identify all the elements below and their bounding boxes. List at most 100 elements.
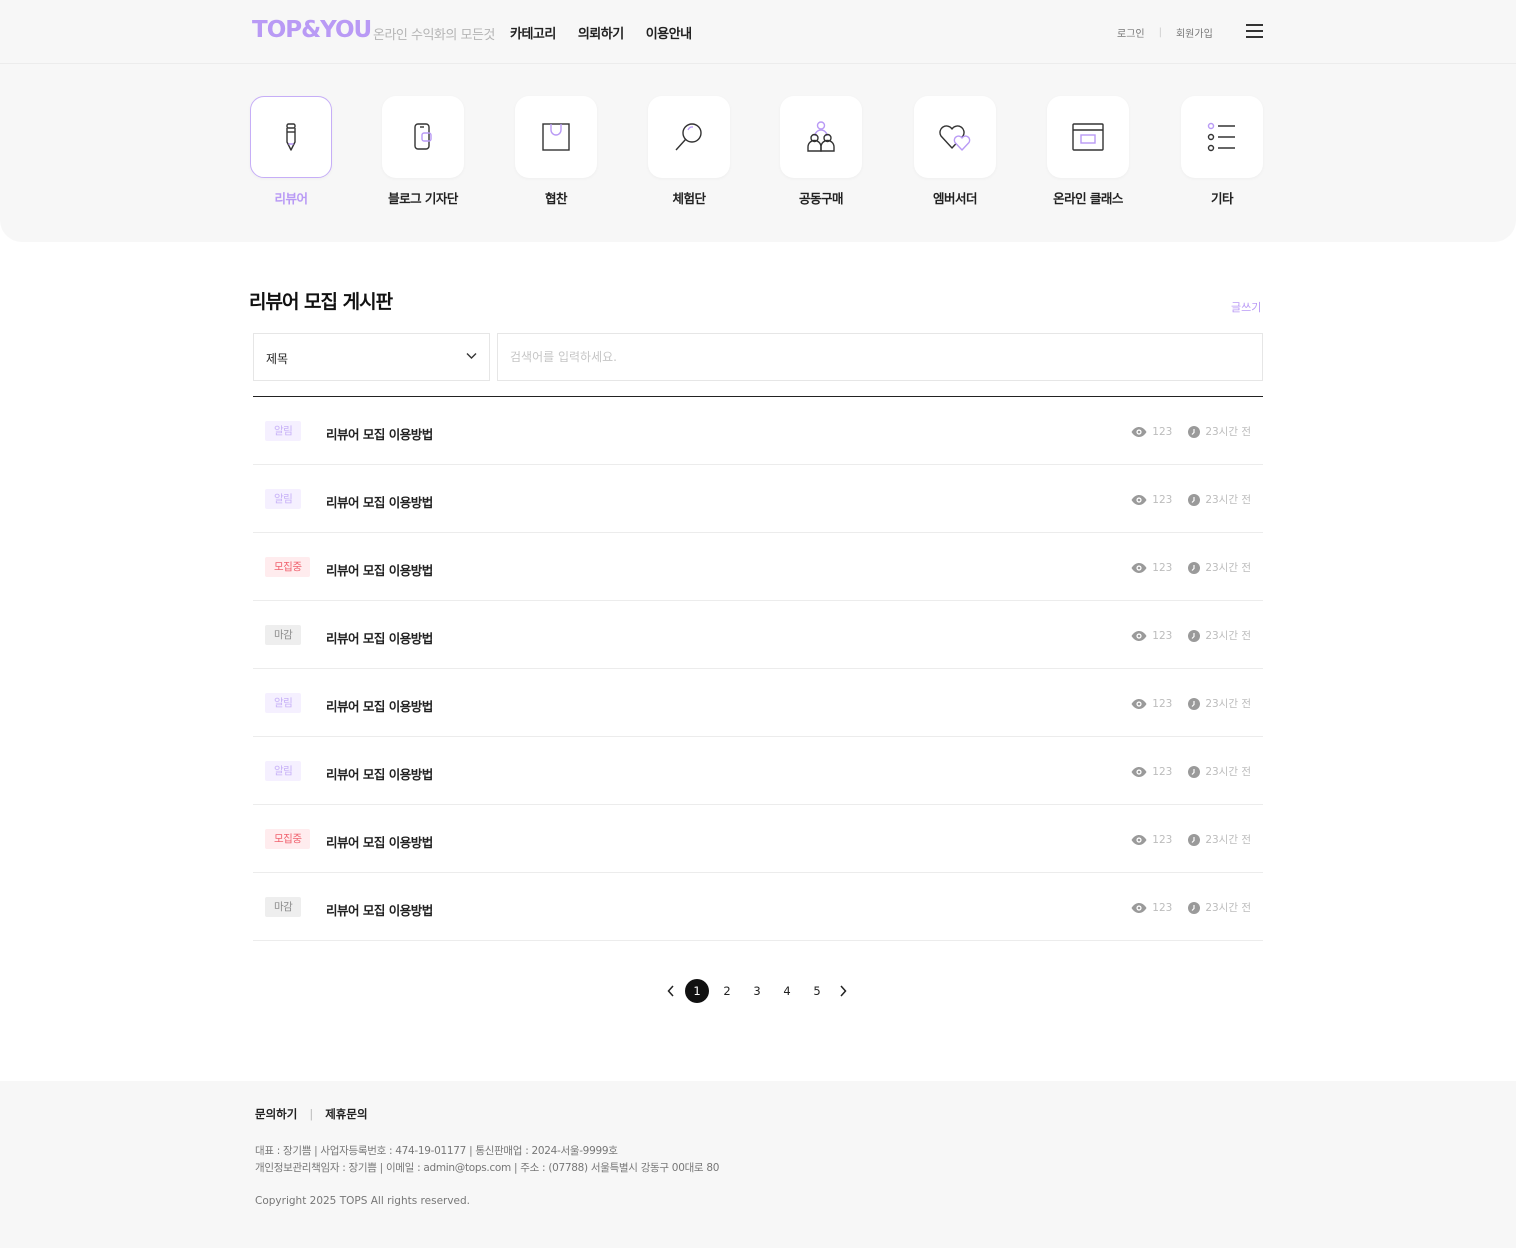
eye-icon [1131,834,1147,845]
post-title: 리뷰어 모집 이용방법 [326,631,433,646]
eye-icon [1131,902,1147,913]
post-meta: 123 23시간 전 [1131,696,1251,711]
page-5[interactable]: 5 [802,979,832,1003]
list-item[interactable]: 마감 리뷰어 모집 이용방법 123 23시간 전 [253,873,1263,941]
hamburger-menu-icon[interactable] [1246,24,1263,38]
status-badge: 알림 [265,761,302,781]
nav-guide[interactable]: 이용안내 [646,23,692,42]
list-item[interactable]: 마감 리뷰어 모집 이용방법 123 23시간 전 [253,601,1263,669]
post-meta: 123 23시간 전 [1131,832,1251,847]
page-title: 리뷰어 모집 게시판 [249,291,393,313]
clock-icon [1188,561,1201,574]
post-meta: 123 23시간 전 [1131,492,1251,507]
post-meta: 123 23시간 전 [1131,560,1251,575]
post-time-text: 23시간 전 [1205,698,1251,710]
view-count-text: 123 [1152,833,1173,846]
post-title: 리뷰어 모집 이용방법 [326,767,433,782]
main-nav: 카테고리 의뢰하기 이용안내 [510,23,692,42]
eye-icon [1131,494,1147,505]
next-page-button[interactable] [832,979,854,1003]
clock-icon [1188,765,1201,778]
page-1[interactable]: 1 [685,979,709,1003]
view-count: 123 [1131,494,1172,506]
post-time-text: 23시간 전 [1205,766,1251,778]
page-2[interactable]: 2 [712,979,742,1003]
category-sponsor[interactable]: 협찬 [514,96,598,207]
post-time-text: 23시간 전 [1205,902,1251,914]
search-input[interactable] [497,333,1263,381]
status-badge: 모집중 [265,829,311,849]
list-item[interactable]: 모집중 리뷰어 모집 이용방법 123 23시간 전 [253,533,1263,601]
view-count-text: 123 [1152,697,1173,710]
login-link[interactable]: 로그인 [1117,25,1145,40]
category-etc[interactable]: 기타 [1180,96,1264,207]
category-experience[interactable]: 체험단 [647,96,731,207]
category-bar: 리뷰어 블로그 기자단 협찬 체험단 공동구매 엠버서더 온라인 클래스 기타 [0,64,1516,242]
post-time-text: 23시간 전 [1205,562,1251,574]
list-item[interactable]: 알림 리뷰어 모집 이용방법 123 23시간 전 [253,465,1263,533]
post-title: 리뷰어 모집 이용방법 [326,427,433,442]
page-4[interactable]: 4 [772,979,802,1003]
post-time: 23시간 전 [1188,424,1251,439]
clock-icon [1188,425,1201,438]
category-label: 협찬 [544,191,568,206]
browser-icon [1047,96,1129,178]
view-count: 123 [1131,562,1172,574]
view-count: 123 [1131,766,1172,778]
category-groupbuy[interactable]: 공동구매 [779,96,863,207]
footer-link-inquiry[interactable]: 문의하기 [255,1106,297,1122]
status-badge: 알림 [265,693,302,713]
post-time-text: 23시간 전 [1205,426,1251,438]
pagination: 1 2 3 4 5 [660,979,854,1003]
category-label: 체험단 [672,191,706,206]
logo[interactable]: TOP&YOU [252,17,372,43]
post-title: 리뷰어 모집 이용방법 [326,563,433,578]
group-icon [780,96,862,178]
status-badge: 마감 [265,897,302,917]
nav-category[interactable]: 카테고리 [510,23,556,42]
post-time-text: 23시간 전 [1205,494,1251,506]
phone-icon [382,96,464,178]
category-reviewer[interactable]: 리뷰어 [249,96,333,207]
eye-icon [1131,426,1147,437]
list-item[interactable]: 알림 리뷰어 모집 이용방법 123 23시간 전 [253,397,1263,465]
category-ambassador[interactable]: 엠버서더 [913,96,997,207]
site-header: TOP&YOU 온라인 수익화의 모든것 카테고리 의뢰하기 이용안내 로그인 … [0,0,1516,64]
category-online-class[interactable]: 온라인 클래스 [1046,96,1130,207]
view-count-text: 123 [1152,765,1173,778]
nav-request[interactable]: 의뢰하기 [578,23,624,42]
view-count-text: 123 [1152,901,1173,914]
list-item[interactable]: 알림 리뷰어 모집 이용방법 123 23시간 전 [253,669,1263,737]
category-label: 온라인 클래스 [1053,191,1123,206]
list-icon [1181,96,1263,178]
list-item[interactable]: 모집중 리뷰어 모집 이용방법 123 23시간 전 [253,805,1263,873]
view-count: 123 [1131,698,1172,710]
company-info: 대표 : 장기쁨 | 사업자등록번호 : 474-19-01177 | 통신판매… [255,1143,719,1177]
write-button[interactable]: 글쓰기 [1231,299,1261,315]
view-count-text: 123 [1152,629,1173,642]
view-count-text: 123 [1152,425,1173,438]
post-time: 23시간 전 [1188,832,1251,847]
pencil-icon [250,96,332,178]
category-blog[interactable]: 블로그 기자단 [381,96,465,207]
list-item[interactable]: 알림 리뷰어 모집 이용방법 123 23시간 전 [253,737,1263,805]
view-count: 123 [1131,834,1172,846]
post-time-text: 23시간 전 [1205,834,1251,846]
hearts-icon [914,96,996,178]
signup-link[interactable]: 회원가입 [1176,25,1213,40]
user-menu: 로그인 | 회원가입 [1117,25,1213,40]
view-count: 123 [1131,426,1172,438]
footer-link-partnership[interactable]: 제휴문의 [325,1106,367,1122]
page-3[interactable]: 3 [742,979,772,1003]
post-time-text: 23시간 전 [1205,630,1251,642]
category-label: 엠버서더 [932,191,978,206]
shopping-bag-icon [515,96,597,178]
search-type-select[interactable]: 제목 [253,333,490,381]
eye-icon [1131,766,1147,777]
chevron-down-icon [466,353,477,359]
eye-icon [1131,630,1147,641]
prev-page-button[interactable] [660,979,682,1003]
chevron-right-icon [840,985,847,997]
status-badge: 모집중 [265,557,311,577]
category-label: 공동구매 [798,191,844,206]
